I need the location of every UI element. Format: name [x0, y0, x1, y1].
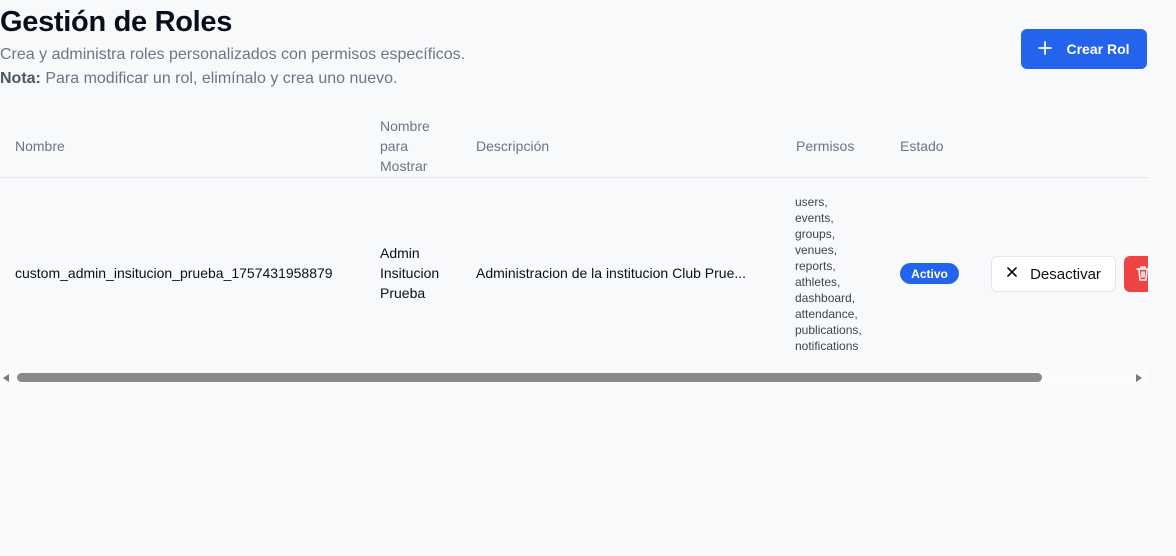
scroll-right-arrow-icon[interactable] — [1136, 374, 1142, 382]
column-header-display-name-line1: Nombre — [380, 118, 430, 134]
page-title: Gestión de Roles — [0, 6, 233, 38]
create-role-button[interactable]: Crear Rol — [1021, 29, 1147, 69]
permission-item: groups, — [795, 227, 836, 241]
note-text: Para modificar un rol, elimínalo y crea … — [40, 70, 398, 87]
x-icon — [1006, 266, 1018, 282]
trash-icon-svg — [1136, 265, 1148, 281]
column-header-display-name-line3: Mostrar — [380, 158, 428, 174]
scrollbar-thumb[interactable] — [17, 373, 1042, 382]
permission-item: dashboard, — [795, 291, 856, 305]
trash-icon — [1136, 265, 1148, 284]
permission-item: reports, — [795, 259, 836, 273]
column-header-status: Estado — [900, 138, 944, 154]
role-display-name-line1: Admin — [380, 245, 420, 261]
table-row: custom_admin_insitucion_prueba_175743195… — [0, 178, 1148, 364]
permission-item: athletes, — [795, 275, 841, 289]
note-label: Nota: — [0, 70, 41, 87]
page-subtitle: Crea y administra roles personalizados c… — [0, 46, 466, 63]
delete-button[interactable] — [1124, 256, 1148, 292]
column-header-name: Nombre — [15, 138, 65, 154]
column-header-display-name: Nombre para Mostrar — [380, 116, 430, 176]
page-header: Gestión de Roles Crea y administra roles… — [0, 0, 1176, 100]
role-name: custom_admin_insitucion_prueba_175743195… — [15, 265, 333, 281]
role-display-name-line2: Insitucion — [380, 265, 440, 281]
role-display-name-line3: Prueba — [380, 285, 426, 301]
column-header-permissions: Permisos — [796, 138, 855, 154]
permission-item: users, — [795, 195, 828, 209]
roles-table: Nombre Nombre para Mostrar Descripción P… — [0, 108, 1148, 364]
plus-icon-svg — [1038, 41, 1053, 55]
permission-item: venues, — [795, 243, 838, 257]
page-note: Nota: Para modificar un rol, elimínalo y… — [0, 70, 398, 88]
scroll-left-arrow-icon[interactable] — [3, 374, 9, 382]
column-header-display-name-line2: para — [380, 138, 409, 154]
permission-item: attendance, — [795, 307, 858, 321]
deactivate-label: Desactivar — [1030, 265, 1101, 283]
deactivate-button[interactable]: Desactivar — [991, 256, 1116, 292]
status-badge: Activo — [900, 263, 959, 284]
roles-page: Gestión de Roles Crea y administra roles… — [0, 0, 1176, 556]
permission-item: notifications — [795, 339, 859, 353]
column-header-description: Descripción — [476, 138, 550, 154]
plus-icon — [1038, 39, 1053, 59]
role-permissions: users, events, groups, venues, reports, … — [795, 194, 875, 354]
table-header-row: Nombre Nombre para Mostrar Descripción P… — [0, 108, 1148, 178]
create-role-label: Crear Rol — [1066, 41, 1130, 57]
horizontal-scrollbar[interactable] — [0, 370, 1148, 386]
role-display-name: Admin Insitucion Prueba — [380, 243, 439, 303]
role-description: Administracion de la institucion Club Pr… — [476, 265, 747, 281]
permission-item: events, — [795, 211, 834, 225]
permission-item: publications, — [795, 323, 862, 337]
x-icon-svg — [1007, 267, 1017, 277]
